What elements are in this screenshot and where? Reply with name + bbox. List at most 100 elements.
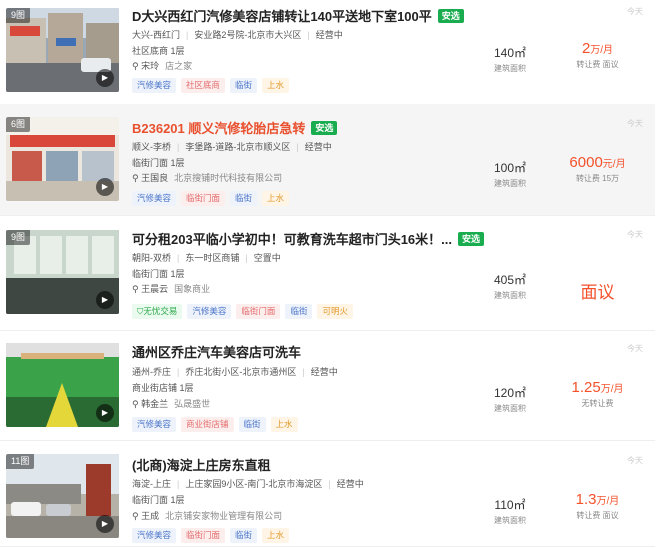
select-badge: 安选 (311, 121, 338, 135)
listing-photo[interactable]: 11图 ▶ (6, 454, 119, 538)
owner-name: 韩金兰 (141, 399, 169, 409)
owner-info: ⚲ 王晨云 国象商业 (132, 282, 210, 295)
area-value: 120㎡ (493, 386, 527, 400)
owner-company: 店之家 (165, 61, 193, 71)
price-block: 6000元/月转让费 15万 (560, 154, 635, 184)
post-time: 今天 (627, 456, 643, 465)
status: 空置中 (253, 253, 281, 263)
area-value: 100㎡ (493, 161, 527, 175)
area-value: 405㎡ (493, 273, 527, 287)
listing-photo[interactable]: 9图 ▶ (6, 230, 119, 314)
tag: 汽修美容 (132, 78, 177, 93)
select-badge: 安选 (437, 9, 464, 23)
road: 李堡路-道路-北京市顺义区 (185, 142, 291, 152)
area-label: 建筑面积 (494, 291, 526, 300)
post-time: 今天 (627, 230, 643, 239)
district: 海淀-上庄 (132, 479, 171, 489)
listing-list: 9图 ▶ D大兴西红门汽修美容店铺转让140平送地下室100平 安选 大兴-西红门… (0, 0, 660, 548)
select-badge: 安选 (458, 232, 485, 246)
photo-count: 11图 (6, 454, 35, 469)
listing-title-text[interactable]: 可分租203平临小学初中！可教育洗车超市门头16米！... (132, 232, 452, 247)
transfer-fee: 无转让费 (581, 399, 614, 408)
area-label: 建筑面积 (494, 404, 526, 413)
tag-list: 汽修美容 临街门面 临街 上水 (132, 188, 294, 206)
district: 通州-乔庄 (132, 367, 171, 377)
type-floor: 临街门面 1层 (132, 269, 185, 279)
listing-title-text[interactable]: 通州区乔庄汽车美容店可洗车 (132, 345, 301, 360)
listing-title[interactable]: (北商)海淀上庄房东直租 (132, 455, 271, 474)
owner-name: 宋玲 (141, 61, 160, 71)
area-label: 建筑面积 (494, 64, 526, 73)
tag-list: 汽修美容 商业街店铺 临街 上水 (132, 414, 303, 432)
price-block: 1.25万/月无转让费 (560, 379, 635, 409)
listing-title-text[interactable]: (北商)海淀上庄房东直租 (132, 458, 271, 473)
owner-name: 王成 (141, 511, 160, 521)
tag-list: 汽修美容 临街门面 临街 上水 (132, 525, 294, 543)
tag: 上水 (262, 528, 290, 543)
photo-count: 9图 (6, 8, 31, 23)
listing-title-text[interactable]: D大兴西红门汽修美容店铺转让140平送地下室100平 (132, 9, 432, 24)
area-value: 140㎡ (493, 46, 527, 60)
photo-count: 6图 (6, 117, 31, 132)
play-icon[interactable]: ▶ (96, 515, 114, 533)
price-value: 1.3 (575, 491, 597, 508)
price-unit: 万/月 (600, 384, 624, 395)
road: 乔庄北街小区-北京市通州区 (185, 367, 297, 377)
play-icon[interactable]: ▶ (96, 69, 114, 87)
listing-title[interactable]: B236201 顺义汽修轮胎店急转 安选 (132, 118, 338, 137)
status: 经营中 (304, 142, 332, 152)
transfer-fee: 转让费 15万 (575, 174, 620, 183)
user-icon: ⚲ (132, 61, 142, 71)
district: 朝阳-双桥 (132, 253, 171, 263)
tag: 汽修美容 (132, 528, 177, 543)
play-icon[interactable]: ▶ (96, 404, 114, 422)
listing-photo[interactable]: ▶ (6, 343, 119, 427)
play-icon[interactable]: ▶ (96, 291, 114, 309)
tag: 临街门面 (181, 528, 226, 543)
listing-card[interactable]: 6图 ▶ B236201 顺义汽修轮胎店急转 安选 顺义-李桥 | 李堡路-道路-北京… (0, 104, 655, 216)
post-time: 今天 (627, 119, 643, 128)
tag: 临街 (230, 528, 258, 543)
status: 经营中 (336, 479, 364, 489)
user-icon: ⚲ (132, 173, 142, 183)
listing-title-text[interactable]: B236201 顺义汽修轮胎店急转 (132, 121, 305, 136)
area-label: 建筑面积 (494, 516, 526, 525)
area-block: 110㎡ 建筑面积 (490, 496, 530, 526)
type-floor: 社区底商 1层 (132, 46, 185, 56)
user-icon: ⚲ (132, 511, 142, 521)
listing-title[interactable]: 可分租203平临小学初中！可教育洗车超市门头16米！... 安选 (132, 229, 485, 248)
area-block: 405㎡建筑面积 (490, 271, 530, 301)
user-icon: ⚲ (132, 284, 142, 294)
listing-title[interactable]: D大兴西红门汽修美容店铺转让140平送地下室100平 安选 (132, 6, 464, 25)
price-value: 6000 (569, 154, 603, 171)
tag: 临街 (230, 78, 258, 93)
listing-address: 大兴-西红门 | 安业路2号院-北京市大兴区 | 经营中 (132, 30, 343, 40)
area-block: 140㎡建筑面积 (490, 44, 530, 74)
owner-company: 弘晟盛世 (174, 399, 211, 409)
post-time: 今天 (627, 344, 643, 353)
price-value: 1.25 (571, 379, 601, 396)
listing-photo[interactable]: 6图 ▶ (6, 117, 119, 201)
tag: 上水 (262, 191, 290, 206)
tag: 汽修美容 (187, 304, 232, 319)
tag: 临街 (285, 304, 313, 319)
district: 顺义-李桥 (132, 142, 171, 152)
listing-card[interactable]: ▶ 通州区乔庄汽车美容店可洗车 通州-乔庄 | 乔庄北街小区-北京市通州区 | 经营中 … (0, 331, 655, 441)
price-unit: 元/月 (602, 159, 626, 170)
listing-photo[interactable]: 9图 ▶ (6, 8, 119, 92)
tag: 上水 (262, 78, 290, 93)
listing-card[interactable]: 9图 ▶ D大兴西红门汽修美容店铺转让140平送地下室100平 安选 大兴-西红门… (0, 0, 655, 111)
transfer-fee: 转让费 面议 (576, 60, 619, 69)
status: 经营中 (310, 367, 338, 377)
photo-count: 9图 (6, 230, 31, 245)
tag-list: ⛉ 无忧交易 汽修美容 临街门面 临街 可明火 (132, 301, 358, 319)
listing-card[interactable]: 9图 ▶ 可分租203平临小学初中！可教育洗车超市门头16米！... 安选 朝阳-… (0, 216, 655, 331)
owner-info: ⚲ 王成 北京铺安家物业管理有限公司 (132, 509, 282, 522)
play-icon[interactable]: ▶ (96, 178, 114, 196)
listing-address: 顺义-李桥 | 李堡路-道路-北京市顺义区 | 经营中 (132, 142, 332, 152)
post-time: 今天 (627, 7, 643, 16)
tag: 临街 (238, 417, 266, 432)
listing-title[interactable]: 通州区乔庄汽车美容店可洗车 (132, 342, 301, 361)
road: 上庄家园9小区-南门-北京市海淀区 (185, 479, 323, 489)
listing-card[interactable]: 11图 ▶ (北商)海淀上庄房东直租 海淀-上庄 | 上庄家园9小区-南门-北京市海… (0, 441, 655, 547)
